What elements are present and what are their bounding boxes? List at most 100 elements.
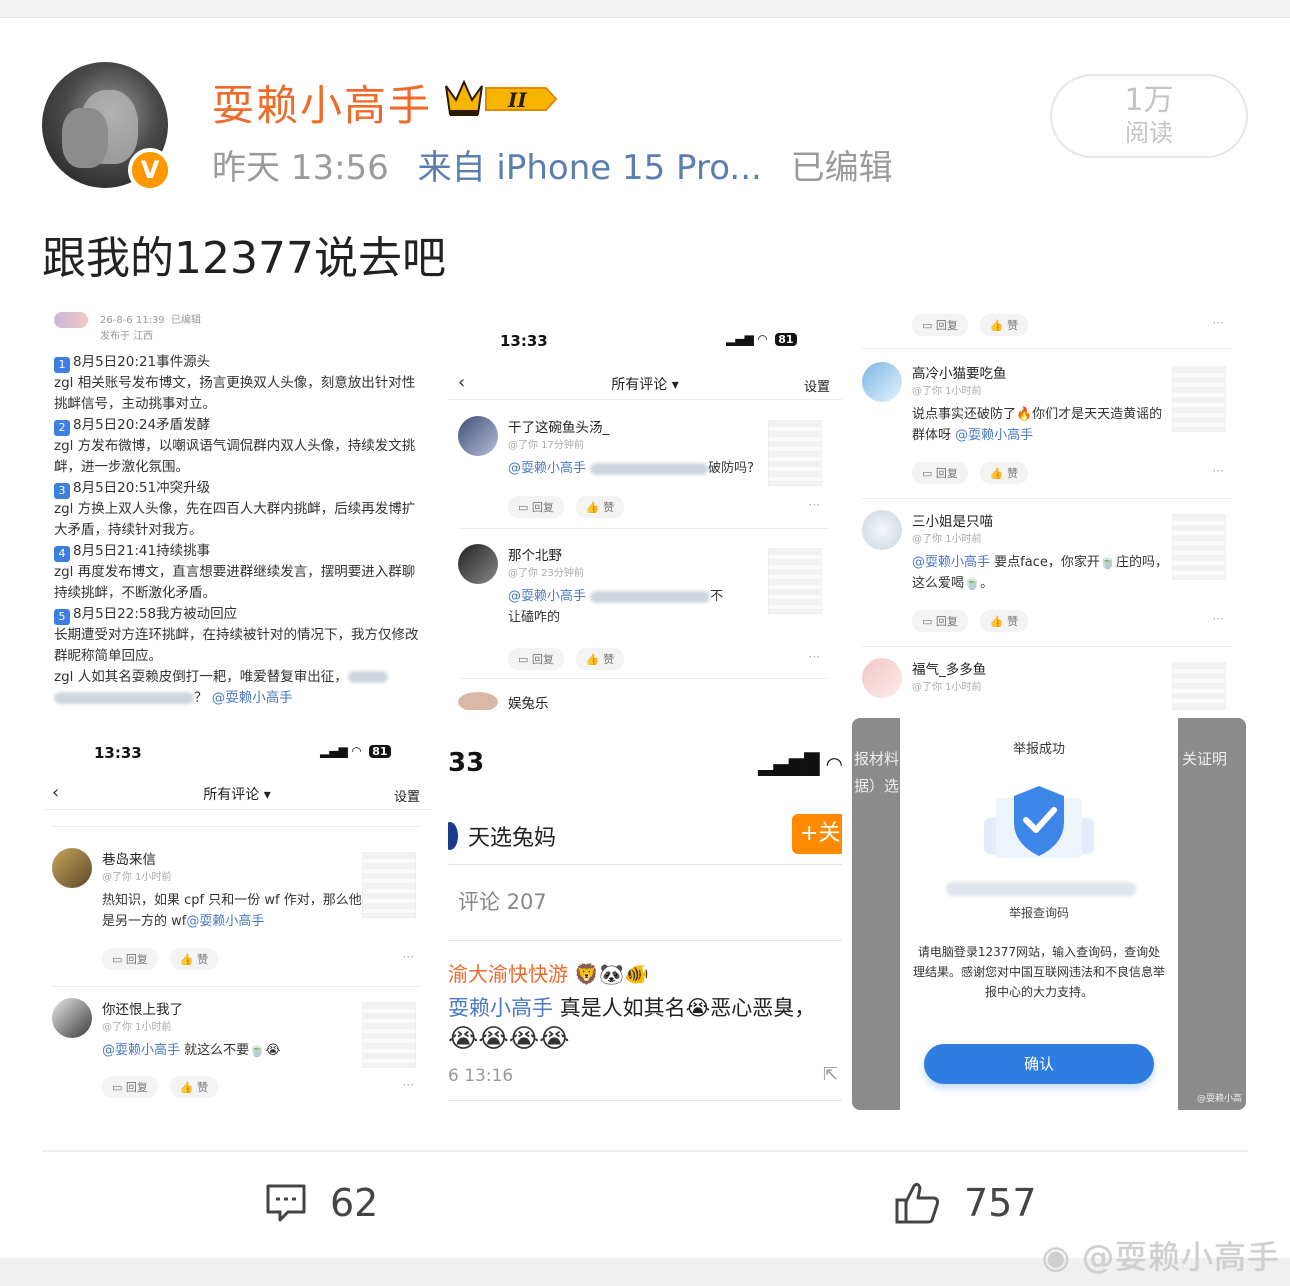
- like-button[interactable]: 👍 赞: [575, 496, 625, 518]
- reply-label: 回复: [935, 319, 958, 332]
- commenter-name: 三小姐是只喵: [912, 514, 993, 530]
- img4-clock: 13:33: [94, 744, 142, 762]
- comment-mention[interactable]: @耍赖小高手: [186, 914, 264, 929]
- reply-button[interactable]: ▭ 回复: [102, 1076, 158, 1098]
- reply-button[interactable]: ▭ 回复: [912, 462, 968, 484]
- like-button[interactable]: 👍 赞: [169, 948, 219, 970]
- img4-nav-title[interactable]: 所有评论 ▾: [42, 784, 432, 804]
- img6-watermark: @耍赖小高: [1196, 1094, 1242, 1104]
- img5-username: 天选兔妈: [468, 826, 557, 851]
- more-icon[interactable]: ···: [809, 650, 820, 664]
- divider: [458, 678, 828, 679]
- img4-status-icons: ▂▄▆ ◠ 81: [320, 744, 391, 758]
- blurred-query-code: [946, 882, 1136, 896]
- img1-item: 2 8月5日20:24矛盾发酵: [54, 415, 426, 436]
- blurred-text: [590, 590, 711, 603]
- like-button[interactable]: 👍 赞: [979, 610, 1029, 632]
- share-icon[interactable]: ⇱: [823, 1064, 838, 1085]
- post-image-6[interactable]: 报材料 据）选 关证明 举报成功 举报查询码 请电脑登录12377网站，输入查询码…: [852, 718, 1246, 1110]
- commenter-name: 干了这碗鱼头汤_: [508, 420, 610, 436]
- like-button[interactable]: 👍 赞: [979, 462, 1029, 484]
- comment-text: @耍赖小高手 不让磕咋的: [508, 586, 770, 628]
- img4-comment: 巷岛来信 @了你 1小时前 热知识，如果 cpf 只和一份 wf 作对，那么他是…: [52, 848, 422, 970]
- divider: [862, 348, 1232, 349]
- dialog-message: 请电脑登录12377网站，输入查询码，查询处理结果。感谢您对中国互联网违法和不良…: [912, 945, 1165, 999]
- img5-comment-text: 耍赖小高手 真是人如其名😭恶心恶臭，: [448, 992, 842, 1024]
- img5-text-body: 真是人如其名😭恶心恶臭，: [559, 996, 816, 1020]
- comment-mention[interactable]: @耍赖小高手: [955, 428, 1033, 443]
- username[interactable]: 耍赖小高手: [212, 72, 432, 133]
- comment-mention[interactable]: @耍赖小高手: [508, 589, 586, 604]
- comment-text-end: 让磕咋的: [508, 610, 561, 625]
- comment-button[interactable]: 62: [264, 1176, 378, 1230]
- post-image-1[interactable]: 26-8-6 11:39 已编辑 发布于 江西 1 8月5日20:21事件源头 z…: [42, 306, 432, 710]
- img1-location: 发布于 江西: [100, 331, 154, 342]
- vip-level: II: [507, 88, 527, 112]
- comment-actions: ▭ 回复 👍 赞: [508, 496, 636, 518]
- post-image-5[interactable]: 33 ▂▄▆█ ◠ 天选兔妈 +关 评论 207 渝大渝快快游 🦁🐼🐠 耍赖小高…: [448, 718, 842, 1110]
- comment-image-thumb[interactable]: [1172, 514, 1226, 580]
- reply-button[interactable]: ▭ 回复: [508, 648, 564, 670]
- img5-mention[interactable]: 耍赖小高手: [448, 996, 553, 1020]
- like-count: 757: [964, 1181, 1037, 1225]
- like-button[interactable]: 👍 赞: [979, 314, 1029, 336]
- confirm-button[interactable]: 确认: [924, 1044, 1154, 1084]
- more-icon[interactable]: ···: [1213, 612, 1224, 626]
- comment-image-thumb[interactable]: [1172, 662, 1226, 710]
- like-button[interactable]: 👍 赞: [575, 648, 625, 670]
- reply-label: 回复: [935, 467, 958, 480]
- commenter-avatar: [862, 658, 902, 698]
- like-button[interactable]: 757: [894, 1176, 1037, 1230]
- img4-settings[interactable]: 设置: [394, 786, 420, 805]
- post-edited[interactable]: 已编辑: [791, 148, 893, 188]
- more-icon[interactable]: ···: [809, 498, 820, 512]
- img5-clock: 33: [448, 748, 485, 778]
- comment-image-thumb[interactable]: [768, 548, 822, 614]
- reply-label: 回复: [531, 501, 554, 514]
- post-image-4[interactable]: 13:33 ▂▄▆ ◠ 81 ‹ 所有评论 ▾ 设置 巷岛来信 @了你 1小时前…: [42, 718, 432, 1110]
- reply-label: 回复: [125, 953, 148, 966]
- reply-button[interactable]: ▭ 回复: [102, 948, 158, 970]
- comment-time: @了你 1小时前: [102, 1022, 172, 1033]
- comment-mention[interactable]: @耍赖小高手: [912, 555, 990, 570]
- like-label: 赞: [1007, 319, 1019, 332]
- img2-settings[interactable]: 设置: [804, 376, 830, 395]
- more-icon[interactable]: ···: [1213, 464, 1224, 478]
- img1-avatar: [54, 312, 88, 328]
- comment-mention[interactable]: @耍赖小高手: [508, 461, 586, 476]
- blurred-text: [347, 671, 388, 683]
- like-label: 赞: [1007, 615, 1019, 628]
- comment-mention[interactable]: @耍赖小高手: [102, 1043, 180, 1058]
- img5-comment-count: 评论 207: [458, 890, 547, 914]
- more-icon[interactable]: ···: [403, 1078, 414, 1092]
- post-meta: 昨天 13:56 来自 iPhone 15 Pro... 已编辑: [212, 140, 911, 189]
- img1-mention[interactable]: @耍赖小高手: [212, 690, 293, 706]
- comment-image-thumb[interactable]: [1172, 366, 1226, 432]
- post-source[interactable]: 来自 iPhone 15 Pro...: [418, 148, 762, 188]
- more-icon[interactable]: ···: [403, 950, 414, 964]
- post-text: 跟我的12377说去吧: [42, 233, 446, 284]
- divider: [458, 528, 828, 529]
- comment-image-thumb[interactable]: [768, 420, 822, 486]
- reply-button[interactable]: ▭ 回复: [508, 496, 564, 518]
- reply-button[interactable]: ▭ 回复: [912, 314, 968, 336]
- img5-follow-button[interactable]: +关: [792, 814, 842, 854]
- post-image-3[interactable]: ▭ 回复 👍 赞 ··· 高冷小猫要吃鱼 @了你 1小时前 说点事实还破防了🔥你们…: [852, 306, 1246, 710]
- img2-nav-title[interactable]: 所有评论 ▾: [448, 374, 842, 394]
- img2-nav: ‹ 所有评论 ▾ 设置: [448, 370, 842, 400]
- img1-closing-2: ？ @耍赖小高手: [54, 688, 426, 709]
- comment-text-mid: 不: [710, 589, 724, 604]
- like-label: 赞: [603, 653, 615, 666]
- reply-button[interactable]: ▭ 回复: [912, 610, 968, 632]
- like-button[interactable]: 👍 赞: [169, 1076, 219, 1098]
- comment-text: 说点事实还破防了🔥你们才是天天造黄谣的群体呀 @耍赖小高手: [912, 404, 1174, 446]
- img1-item-num: 1: [54, 357, 70, 373]
- comment-image-thumb[interactable]: [362, 1002, 416, 1068]
- post-image-2[interactable]: 13:33 ▂▄▆ ◠ 81 ‹ 所有评论 ▾ 设置 干了这碗鱼头汤_ @了你 …: [448, 306, 842, 710]
- reply-label: 回复: [935, 615, 958, 628]
- divider: [52, 826, 422, 827]
- more-icon[interactable]: ···: [1213, 316, 1224, 330]
- like-label: 赞: [603, 501, 615, 514]
- comment-image-thumb[interactable]: [362, 852, 416, 918]
- commenter-avatar: [862, 362, 902, 402]
